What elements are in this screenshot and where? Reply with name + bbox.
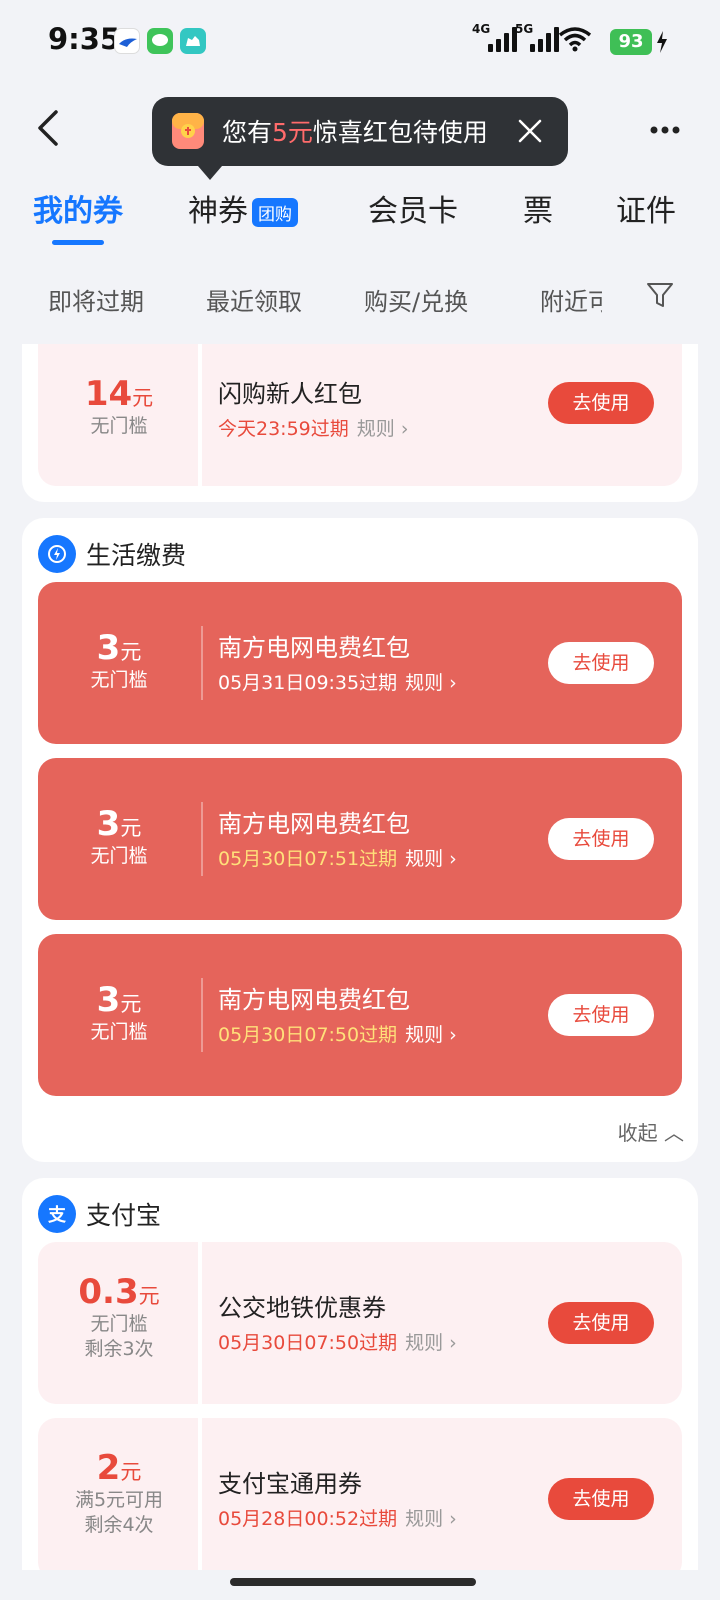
- coupon-unit: 元: [120, 992, 142, 1016]
- red-packet-icon: [166, 109, 210, 153]
- status-bar: 9:35 4G 5G 93: [0, 0, 720, 84]
- use-button[interactable]: 去使用: [548, 1478, 654, 1520]
- home-indicator[interactable]: [230, 1578, 476, 1586]
- coupon-title: 公交地铁优惠券: [218, 1294, 386, 1322]
- coupon-amount: 3: [96, 980, 121, 1020]
- svg-text:支: 支: [47, 1204, 67, 1226]
- clock: 9:35: [48, 22, 121, 56]
- coupon-condition: 无门槛: [90, 415, 148, 437]
- close-icon[interactable]: [514, 115, 546, 147]
- coupon-card[interactable]: 14元 无门槛 闪购新人红包 今天23:59过期 规则 › 去使用: [38, 344, 682, 486]
- coupon-unit: 元: [138, 1284, 160, 1308]
- coupon-remaining: 剩余3次: [84, 1338, 154, 1360]
- coupon-unit: 元: [120, 816, 142, 840]
- coupon-title: 支付宝通用券: [218, 1470, 362, 1498]
- coupon-amount: 14: [84, 374, 133, 414]
- coupon-card[interactable]: 3元 无门槛 南方电网电费红包 05月30日07:50过期 规则 › 去使用: [38, 934, 682, 1096]
- coupon-unit: 元: [120, 1460, 142, 1484]
- coupon-unit: 元: [120, 640, 142, 664]
- coupon-card[interactable]: 0.3元 无门槛 剩余3次 公交地铁优惠券 05月30日07:50过期 规则 › …: [38, 1242, 682, 1404]
- tab-tickets[interactable]: 票: [523, 186, 553, 230]
- charging-icon: [656, 31, 668, 57]
- coupon-card[interactable]: 3元 无门槛 南方电网电费红包 05月30日07:51过期 规则 › 去使用: [38, 758, 682, 920]
- coupon-expiry: 05月30日07:50过期: [218, 1332, 398, 1354]
- coupon-expiry: 05月28日00:52过期: [218, 1508, 398, 1530]
- rule-link[interactable]: 规则 ›: [405, 1024, 457, 1046]
- rule-link[interactable]: 规则 ›: [405, 1332, 457, 1354]
- use-button[interactable]: 去使用: [548, 1302, 654, 1344]
- coupon-section-life: 生活缴费 3元 无门槛 南方电网电费红包 05月31日09:35过期 规则 › 去…: [22, 518, 698, 1162]
- camel-app-icon: [180, 28, 206, 54]
- active-tab-indicator: [52, 240, 104, 245]
- section-title: 支付宝: [86, 1201, 162, 1230]
- coupon-condition: 无门槛: [90, 1313, 148, 1335]
- coupon-card[interactable]: 3元 无门槛 南方电网电费红包 05月31日09:35过期 规则 › 去使用: [38, 582, 682, 744]
- more-button[interactable]: [645, 110, 695, 150]
- rule-link[interactable]: 规则 ›: [405, 848, 457, 870]
- message-app-icon: [147, 28, 173, 54]
- coupon-title: 南方电网电费红包: [218, 634, 410, 662]
- coupon-section-top: 14元 无门槛 闪购新人红包 今天23:59过期 规则 › 去使用: [22, 344, 698, 502]
- coupon-amount: 0.3: [78, 1272, 139, 1312]
- coupon-section-alipay: 支 支付宝 0.3元 无门槛 剩余3次 公交地铁优惠券 05月30日07:50过…: [22, 1178, 698, 1570]
- coupon-expiry: 05月31日09:35过期: [218, 672, 398, 694]
- coupon-title: 南方电网电费红包: [218, 986, 410, 1014]
- wifi-icon: [558, 26, 592, 56]
- signal-icon: [488, 26, 517, 52]
- filter-expiring[interactable]: 即将过期: [48, 282, 144, 317]
- chevron-up-icon: ︿: [664, 1121, 684, 1145]
- tab-certificates[interactable]: 证件: [616, 186, 676, 230]
- red-packet-tooltip[interactable]: 您有5元惊喜红包待使用: [152, 97, 568, 180]
- coupon-title: 闪购新人红包: [218, 380, 362, 408]
- coupon-unit: 元: [132, 386, 154, 410]
- use-button[interactable]: 去使用: [548, 818, 654, 860]
- filter-icon[interactable]: [645, 280, 675, 310]
- filter-bar: 即将过期 最近领取 购买/兑换 附近可: [0, 270, 720, 326]
- coupon-title: 南方电网电费红包: [218, 810, 410, 838]
- rule-link[interactable]: 规则 ›: [405, 672, 457, 694]
- section-title: 生活缴费: [86, 541, 187, 570]
- alipay-icon: 支: [38, 1195, 76, 1233]
- coupon-expiry: 今天23:59过期: [218, 418, 349, 440]
- lightning-icon: [38, 535, 76, 573]
- tab-bar: 我的券 神券 团购 会员卡 票 证件: [0, 186, 720, 246]
- collapse-button[interactable]: 收起 ︿: [618, 1117, 684, 1146]
- coupon-list[interactable]: 14元 无门槛 闪购新人红包 今天23:59过期 规则 › 去使用 生活缴费 3元…: [0, 344, 720, 1570]
- coupon-condition: 无门槛: [90, 845, 148, 867]
- battery-level: 93: [610, 29, 652, 55]
- bird-app-icon: [114, 28, 140, 54]
- chevron-left-icon: [38, 110, 58, 146]
- back-button[interactable]: [30, 108, 70, 148]
- filter-nearby[interactable]: 附近可: [540, 282, 602, 317]
- use-button[interactable]: 去使用: [548, 382, 654, 424]
- signal-icon: [530, 26, 559, 52]
- coupon-condition: 无门槛: [90, 669, 148, 691]
- rule-link[interactable]: 规则 ›: [405, 1508, 457, 1530]
- coupon-card[interactable]: 2元 满5元可用 剩余4次 支付宝通用券 05月28日00:52过期 规则 › 去…: [38, 1418, 682, 1570]
- use-button[interactable]: 去使用: [548, 642, 654, 684]
- tab-my-coupons[interactable]: 我的券: [33, 186, 123, 230]
- coupon-amount: 3: [96, 628, 121, 668]
- coupon-condition: 满5元可用: [74, 1489, 164, 1511]
- rule-link[interactable]: 规则 ›: [357, 418, 409, 440]
- tab-member-card[interactable]: 会员卡: [368, 186, 458, 230]
- coupon-expiry: 05月30日07:50过期: [218, 1024, 398, 1046]
- coupon-condition: 无门槛: [90, 1021, 148, 1043]
- coupon-amount: 2: [96, 1448, 121, 1488]
- tab-super-coupons[interactable]: 神券 团购: [188, 186, 298, 230]
- filter-purchase[interactable]: 购买/兑换: [364, 282, 468, 317]
- group-buy-tag: 团购: [252, 198, 298, 227]
- coupon-remaining: 剩余4次: [84, 1514, 154, 1536]
- tooltip-text: 您有5元惊喜红包待使用: [222, 118, 488, 147]
- filter-recent[interactable]: 最近领取: [206, 282, 302, 317]
- more-dots-icon: [650, 126, 680, 134]
- coupon-amount: 3: [96, 804, 121, 844]
- use-button[interactable]: 去使用: [548, 994, 654, 1036]
- coupon-expiry: 05月30日07:51过期: [218, 848, 398, 870]
